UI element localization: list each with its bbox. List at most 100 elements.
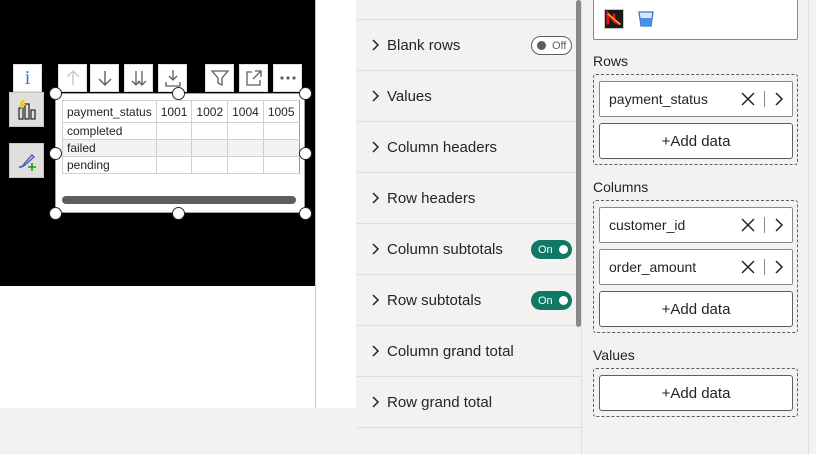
rows-well[interactable]: payment_status +Add data: [593, 74, 798, 165]
toggle-knob: [537, 41, 546, 50]
field-name: order_amount: [609, 259, 697, 275]
chevron-right-icon: [370, 396, 382, 408]
horizontal-scrollbar[interactable]: [62, 196, 296, 204]
format-section-blank-rows[interactable]: Blank rows Off: [356, 19, 582, 70]
insight-chart-icon: [17, 99, 36, 120]
more-options-button[interactable]: [273, 64, 302, 92]
column-subtotals-toggle[interactable]: On: [531, 240, 572, 259]
row-header[interactable]: failed: [62, 139, 157, 157]
row-header[interactable]: pending: [62, 156, 157, 174]
resize-handle-left[interactable]: [49, 147, 62, 160]
table-cell: [262, 156, 300, 174]
format-section-label: Column headers: [387, 138, 498, 156]
values-well[interactable]: +Add data: [593, 368, 798, 417]
format-section-values[interactable]: Values: [356, 70, 582, 121]
matrix-table[interactable]: payment_status 1001 1002 1004 1005 compl…: [62, 100, 300, 174]
column-header[interactable]: 1004: [227, 100, 264, 123]
chevron-right-icon: [370, 39, 382, 51]
format-section-label: Column grand total: [387, 342, 514, 360]
table-cell: [262, 139, 300, 157]
columns-add-data-button[interactable]: +Add data: [599, 291, 793, 327]
remove-field-icon[interactable]: [740, 259, 756, 275]
quick-insight-button[interactable]: [9, 92, 44, 127]
table-cell: [155, 156, 193, 174]
arrow-down-icon: [98, 71, 111, 86]
table-cell: [191, 156, 229, 174]
format-section-row-subtotals[interactable]: Row subtotals On: [356, 274, 582, 325]
toggle-label: On: [538, 243, 553, 256]
rows-add-data-button[interactable]: +Add data: [599, 123, 793, 159]
chevron-right-icon: [370, 141, 382, 153]
remove-field-icon[interactable]: [740, 91, 756, 107]
drill-down-button[interactable]: [90, 64, 119, 92]
resize-handle-bottom-right[interactable]: [299, 207, 312, 220]
resize-handle-top[interactable]: [172, 87, 185, 100]
filter-button[interactable]: [205, 64, 234, 92]
toggle-knob: [559, 245, 568, 254]
blank-rows-toggle[interactable]: Off: [531, 36, 572, 55]
format-section-row-grand-total[interactable]: Row grand total: [356, 376, 582, 427]
resize-handle-top-right[interactable]: [299, 87, 312, 100]
format-section-row-headers[interactable]: Row headers: [356, 172, 582, 223]
custom-visual-icon[interactable]: [604, 9, 624, 29]
format-section-column-subtotals[interactable]: Column subtotals On: [356, 223, 582, 274]
go-to-next-level-button[interactable]: [124, 64, 153, 92]
column-header[interactable]: 1001: [155, 100, 193, 123]
separator: [764, 91, 765, 107]
field-pill-payment-status[interactable]: payment_status: [599, 81, 793, 117]
row-subtotals-toggle[interactable]: On: [531, 291, 572, 310]
toggle-knob: [559, 296, 568, 305]
row-header[interactable]: completed: [62, 122, 157, 140]
column-header[interactable]: 1002: [191, 100, 229, 123]
table-cell: [191, 122, 229, 140]
format-pane: Blank rows Off Values Column headers Row…: [356, 0, 582, 454]
resize-handle-bottom-left[interactable]: [49, 207, 62, 220]
format-pane-scrollbar[interactable]: [576, 0, 581, 327]
table-cell: [227, 156, 264, 174]
field-pill-order-amount[interactable]: order_amount: [599, 249, 793, 285]
table-row: failed: [62, 139, 300, 157]
format-section-label: Values: [387, 87, 432, 105]
rows-section-label: Rows: [593, 53, 629, 69]
format-painter-button[interactable]: [9, 143, 44, 178]
table-cell: [227, 122, 264, 140]
columns-well[interactable]: customer_id order_amount +Add data: [593, 200, 798, 333]
double-arrow-down-icon: [131, 71, 146, 86]
format-section-column-headers[interactable]: Column headers: [356, 121, 582, 172]
table-cell: [227, 139, 264, 157]
resize-handle-top-left[interactable]: [49, 87, 62, 100]
remove-field-icon[interactable]: [740, 217, 756, 233]
column-header[interactable]: 1005: [262, 100, 300, 123]
separator: [764, 217, 765, 233]
chevron-right-icon[interactable]: [773, 260, 785, 274]
canvas-area: i payment_status 1001 1002 1004 1005 com…: [0, 0, 356, 454]
table-cell: [155, 139, 193, 157]
filter-icon: [210, 70, 229, 87]
info-icon[interactable]: i: [13, 64, 42, 92]
field-pill-customer-id[interactable]: customer_id: [599, 207, 793, 243]
drill-up-button[interactable]: [58, 64, 87, 92]
chevron-right-icon: [370, 243, 382, 255]
format-section-column-grand-total[interactable]: Column grand total: [356, 325, 582, 376]
focus-mode-button[interactable]: [239, 64, 268, 92]
chevron-right-icon: [370, 294, 382, 306]
build-visual-pane: Rows payment_status +Add data Columns cu…: [583, 0, 808, 454]
chevron-right-icon[interactable]: [773, 92, 785, 106]
paintbrush-add-icon: [18, 153, 36, 171]
visual-type-gallery: [593, 0, 798, 40]
format-section-label: Blank rows: [387, 36, 461, 54]
info-glyph: i: [24, 66, 31, 89]
resize-handle-right[interactable]: [299, 147, 312, 160]
values-add-data-button[interactable]: +Add data: [599, 375, 793, 411]
toggle-label: Off: [552, 39, 567, 52]
row-header-title[interactable]: payment_status: [62, 100, 157, 123]
format-section-label: Row headers: [387, 189, 476, 207]
chevron-right-icon[interactable]: [773, 218, 785, 232]
python-visual-icon[interactable]: [636, 9, 656, 29]
resize-handle-bottom[interactable]: [172, 207, 185, 220]
pane-edge: [808, 0, 816, 454]
focus-mode-icon: [245, 70, 262, 86]
values-section-label: Values: [593, 347, 635, 363]
field-name: payment_status: [609, 91, 708, 107]
arrow-up-icon: [66, 70, 79, 85]
